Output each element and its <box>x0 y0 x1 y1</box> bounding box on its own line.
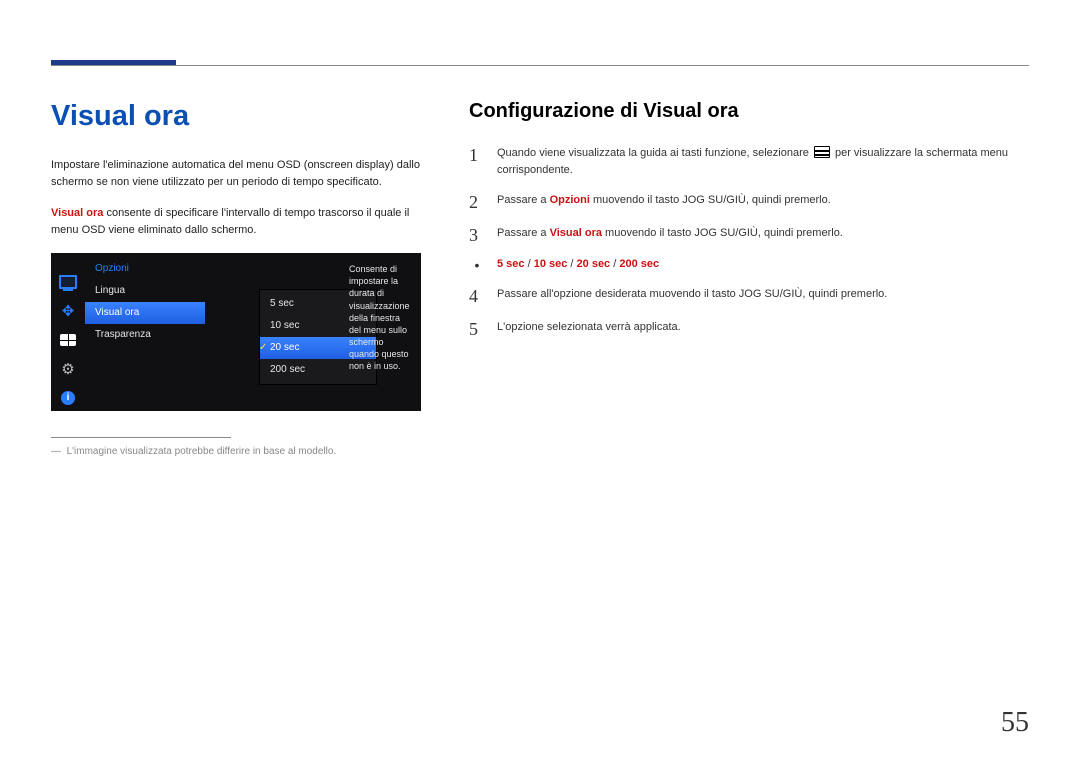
osd-menu-item: Visual ora <box>85 302 205 324</box>
move-icon: ✥ <box>59 302 77 320</box>
step: 1 Quando viene visualizzata la guida ai t… <box>469 145 1029 178</box>
info-icon: i <box>59 389 77 407</box>
step-body: Passare all'opzione desiderata muovendo … <box>497 286 887 303</box>
page-number: 55 <box>1001 707 1029 739</box>
step: 4 Passare all'opzione desiderata muovendo… <box>469 286 1029 305</box>
osd-menu-item: Lingua <box>85 280 205 302</box>
step-number: 3 <box>469 225 485 244</box>
grid-icon <box>59 331 77 349</box>
step-number: 2 <box>469 192 485 211</box>
steps-list: 1 Quando viene visualizzata la guida ai t… <box>469 145 1029 338</box>
header-rule <box>51 65 1029 66</box>
osd-help-text: Consente di impostare la durata di visua… <box>341 253 421 382</box>
step-bold-term: Opzioni <box>550 194 590 206</box>
page-content: Visual ora Impostare l'eliminazione auto… <box>51 100 1029 457</box>
footnote: ― L'immagine visualizzata potrebbe diffe… <box>51 446 421 457</box>
subsection-heading: Configurazione di Visual ora <box>469 100 1029 123</box>
intro-bold-term: Visual ora <box>51 207 103 219</box>
osd-menu-item: Trasparenza <box>85 324 205 346</box>
step-body: Passare a Visual ora muovendo il tasto J… <box>497 225 843 242</box>
osd-main-menu: Opzioni LinguaVisual oraTrasparenza <box>85 253 205 411</box>
options-values: 5 sec / 10 sec / 20 sec / 200 sec <box>497 258 659 272</box>
intro-paragraph-2: Visual ora consente di specificare l'int… <box>51 205 421 239</box>
footnote-rule <box>51 437 231 438</box>
step-number: 5 <box>469 319 485 338</box>
menu-icon <box>814 146 830 158</box>
step-bold-term: Visual ora <box>550 227 602 239</box>
left-column: Visual ora Impostare l'eliminazione auto… <box>51 100 421 457</box>
intro-rest: consente di specificare l'intervallo di … <box>51 207 409 236</box>
step: 5 L'opzione selezionata verrà applicata. <box>469 319 1029 338</box>
osd-screenshot: ✥ ⚙ i Opzioni LinguaVisual oraTrasparenz… <box>51 253 421 411</box>
step: 2 Passare a Opzioni muovendo il tasto JOG… <box>469 192 1029 211</box>
options-bullet: • 5 sec / 10 sec / 20 sec / 200 sec <box>469 258 1029 272</box>
osd-menu-title: Opzioni <box>85 261 205 280</box>
bullet-dot-icon: • <box>469 258 485 272</box>
step-number: 1 <box>469 145 485 164</box>
step-body: L'opzione selezionata verrà applicata. <box>497 319 681 336</box>
intro-paragraph-1: Impostare l'eliminazione automatica del … <box>51 157 421 191</box>
step: 3 Passare a Visual ora muovendo il tasto … <box>469 225 1029 244</box>
step-number: 4 <box>469 286 485 305</box>
step-body: Passare a Opzioni muovendo il tasto JOG … <box>497 192 831 209</box>
right-column: Configurazione di Visual ora 1 Quando vie… <box>469 100 1029 457</box>
section-heading: Visual ora <box>51 100 421 133</box>
gear-icon: ⚙ <box>59 360 77 378</box>
monitor-icon <box>59 273 77 291</box>
step-body: Quando viene visualizzata la guida ai ta… <box>497 145 1029 178</box>
osd-sidebar-icons: ✥ ⚙ i <box>51 253 85 411</box>
